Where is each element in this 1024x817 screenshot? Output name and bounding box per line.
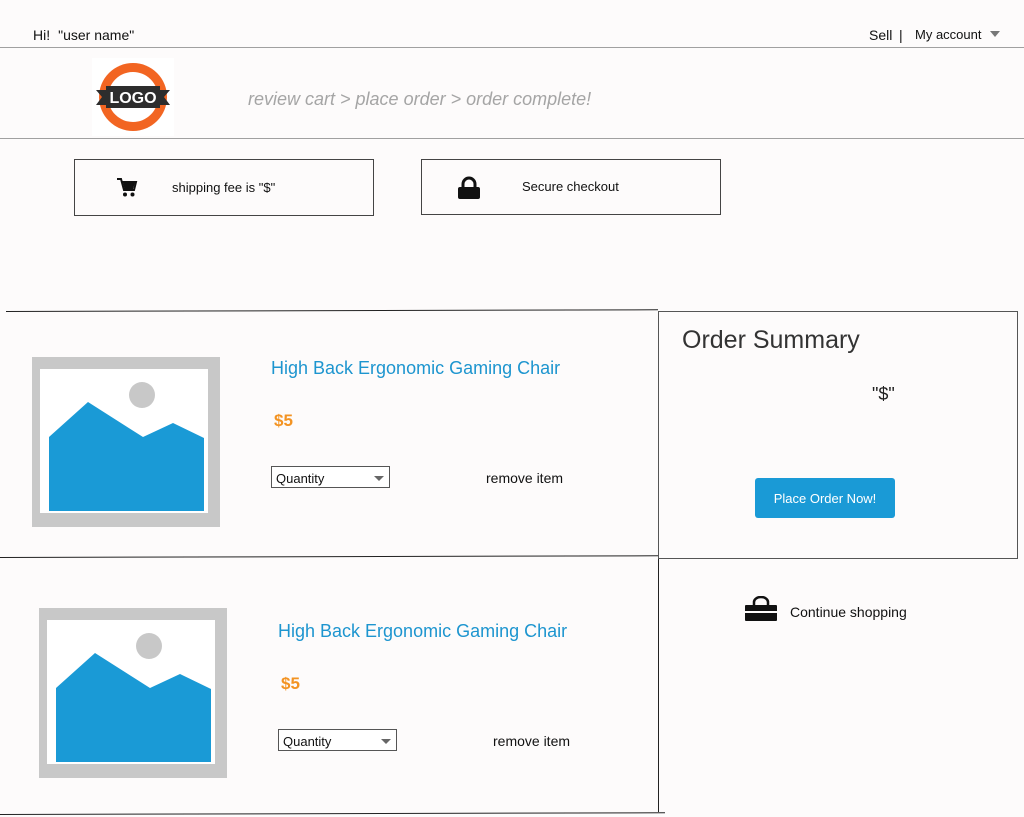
order-total: "$" xyxy=(872,384,895,404)
cart-item xyxy=(32,357,220,527)
my-account-menu[interactable]: My account xyxy=(915,27,981,42)
user-name: "user name" xyxy=(58,27,135,43)
continue-shopping-label[interactable]: Continue shopping xyxy=(790,604,907,620)
logo-text: LOGO xyxy=(109,90,156,107)
cart-item xyxy=(39,608,227,778)
logo[interactable]: LOGO xyxy=(92,58,174,136)
separator: | xyxy=(899,27,903,43)
cart-right-divider xyxy=(658,557,659,812)
remove-item-link[interactable]: remove item xyxy=(493,733,570,749)
cart-middle-divider xyxy=(0,555,659,558)
remove-item-link[interactable]: remove item xyxy=(486,470,563,486)
product-name[interactable]: High Back Ergonomic Gaming Chair xyxy=(271,358,560,379)
sell-link[interactable]: Sell xyxy=(869,27,892,43)
shopping-cart-icon xyxy=(117,178,138,197)
product-price: $5 xyxy=(281,674,300,693)
chevron-down-icon xyxy=(374,476,384,481)
place-order-button[interactable]: Place Order Now! xyxy=(755,478,895,518)
quantity-select[interactable]: Quantity xyxy=(271,466,390,488)
order-summary-title: Order Summary xyxy=(682,326,860,354)
product-price: $5 xyxy=(274,411,293,430)
secure-checkout-box: Secure checkout xyxy=(421,159,721,215)
secure-checkout-text: Secure checkout xyxy=(522,179,619,194)
product-image[interactable] xyxy=(39,608,227,778)
user-greeting: Hi! "user name" xyxy=(33,27,134,43)
chevron-down-icon[interactable] xyxy=(990,31,1000,37)
image-placeholder-icon xyxy=(40,369,208,513)
greeting-text: Hi! xyxy=(33,27,51,43)
logo-icon: LOGO xyxy=(92,58,174,136)
shipping-info-box: shipping fee is "$" xyxy=(74,159,374,216)
quantity-label: Quantity xyxy=(283,734,332,749)
shopping-bag-icon xyxy=(745,596,777,621)
lock-icon xyxy=(458,176,480,199)
shipping-fee-text: shipping fee is "$" xyxy=(172,180,276,195)
image-placeholder-icon xyxy=(47,620,215,764)
product-name[interactable]: High Back Ergonomic Gaming Chair xyxy=(278,621,567,642)
chevron-down-icon xyxy=(381,739,391,744)
cart-bottom-divider xyxy=(0,812,666,815)
checkout-steps: review cart > place order > order comple… xyxy=(248,89,592,109)
quantity-select[interactable]: Quantity xyxy=(278,729,397,751)
quantity-label: Quantity xyxy=(276,471,325,486)
product-image[interactable] xyxy=(32,357,220,527)
cart-top-divider xyxy=(6,309,659,312)
